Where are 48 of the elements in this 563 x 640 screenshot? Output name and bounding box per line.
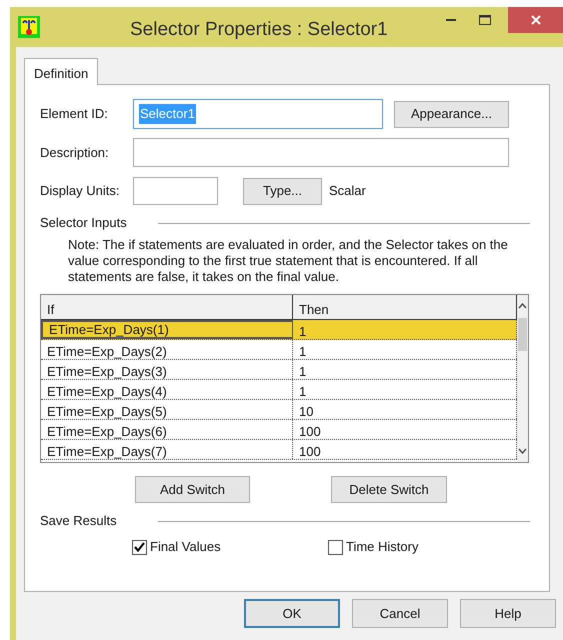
minimize-icon [446, 19, 456, 21]
table-row[interactable]: ETime=Exp_Days(1) 1 [41, 320, 518, 340]
table-cell: ETime=Exp_Days(1) [41, 320, 293, 339]
section-heading: Save Results [40, 512, 118, 530]
app-icon [18, 16, 40, 38]
dialog-button[interactable]: Cancel [352, 599, 448, 628]
check-icon [134, 542, 145, 552]
table-cell: ETime=Exp_Days(3) [41, 360, 293, 379]
table-row[interactable]: ETime=Exp_Days(4) 1 [41, 380, 518, 400]
window-title: Selector Properties : Selector1 [130, 18, 388, 42]
description-field[interactable] [133, 138, 509, 167]
scroll-down-icon[interactable] [518, 448, 527, 454]
section-heading: Selector Inputs [40, 214, 128, 232]
table-cell: ETime=Exp_Days(2) [41, 340, 293, 359]
appearance-button[interactable]: Appearance... [394, 100, 509, 128]
table-row[interactable]: ETime=Exp_Days(7) 100 [41, 440, 518, 460]
note-text: Note: The if statements are evaluated in order, and the Selector takes on the value corresponding to the first true statement that is encountered. If all statements are false, it takes on the final value. [68, 237, 509, 285]
field-label: Description: [40, 144, 110, 162]
table-cell: ETime=Exp_Days(6) [41, 420, 293, 439]
scroll-thumb[interactable] [518, 318, 527, 351]
scrollbar[interactable] [517, 295, 528, 462]
type-button[interactable]: Type... [243, 178, 322, 204]
field-label: Element ID: [40, 105, 109, 124]
table-row[interactable]: ETime=Exp_Days(6) 100 [41, 420, 518, 440]
close-button[interactable] [508, 7, 563, 33]
field-label: Display Units: [40, 182, 120, 200]
column-header[interactable]: If [41, 295, 293, 319]
maximize-icon [479, 15, 491, 25]
type-value: Scalar [329, 182, 366, 200]
table-row[interactable]: ETime=Exp_Days(5) 10 [41, 400, 518, 420]
table-row[interactable]: ETime=Exp_Days(2) 1 [41, 340, 518, 360]
table-cell: ETime=Exp_Days(7) [41, 440, 293, 459]
table-cell: ETime=Exp_Days(4) [41, 380, 293, 399]
dialog-button[interactable]: OK [244, 599, 340, 628]
checkbox[interactable] [132, 540, 147, 554]
units-field[interactable] [133, 177, 218, 205]
checkbox-option[interactable]: Final Values [132, 537, 328, 557]
field-value: Selector1 [139, 104, 196, 124]
checkbox[interactable] [328, 540, 343, 554]
delete-switch-button[interactable]: Delete Switch [331, 476, 447, 503]
add-switch-button[interactable]: Add Switch [135, 476, 250, 503]
table-cell: ETime=Exp_Days(5) [41, 400, 293, 419]
table-row[interactable]: ETime=Exp_Days(3) 1 [41, 360, 518, 380]
dialog-button[interactable]: Help [460, 599, 556, 628]
tab[interactable]: Definition [24, 58, 98, 85]
close-icon [530, 15, 540, 25]
checkbox-option[interactable]: Time History [328, 537, 418, 557]
scroll-up-icon[interactable] [518, 303, 527, 309]
